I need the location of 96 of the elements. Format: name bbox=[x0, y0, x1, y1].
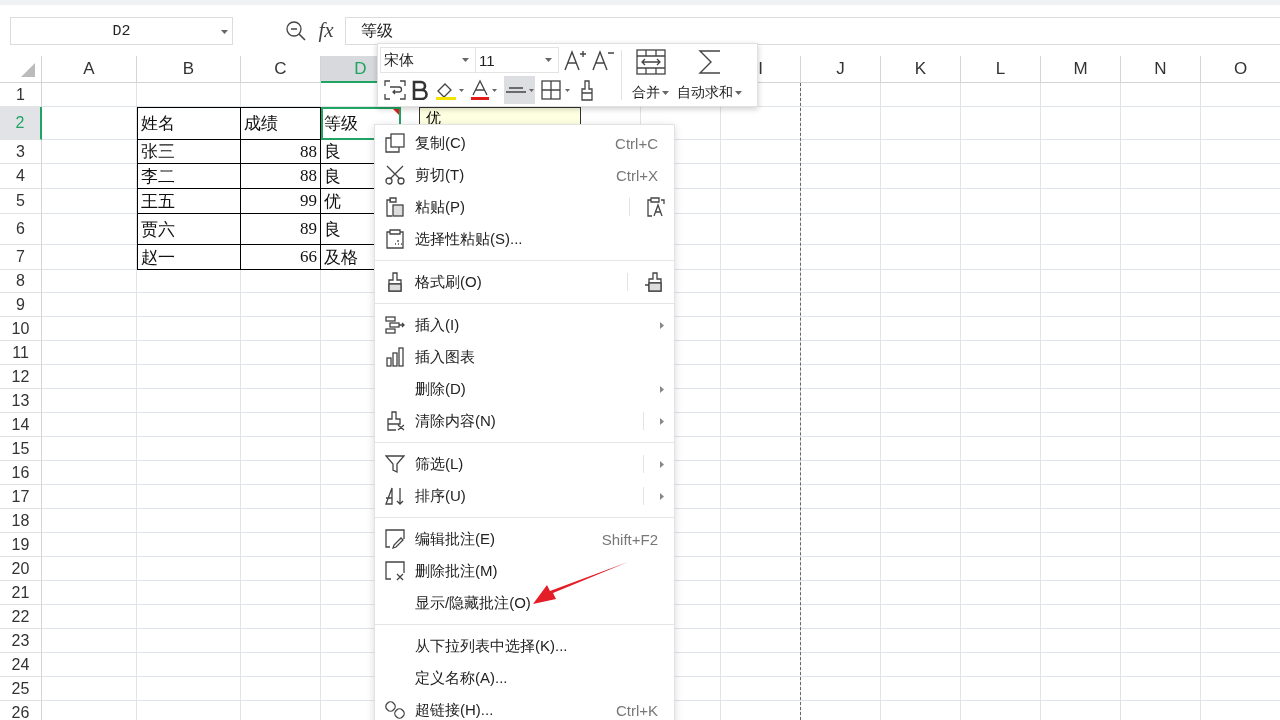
caret-icon bbox=[545, 58, 552, 62]
table-cell[interactable]: 张三 bbox=[137, 140, 241, 164]
bold-icon[interactable] bbox=[411, 80, 429, 100]
scissors-icon bbox=[385, 165, 405, 185]
menu-item[interactable]: 插入(I) bbox=[375, 309, 674, 341]
align-button[interactable] bbox=[504, 76, 535, 104]
borders-icon[interactable] bbox=[540, 79, 572, 101]
align-center-icon bbox=[505, 87, 534, 93]
table-cell[interactable]: 99 bbox=[241, 189, 321, 214]
font-select[interactable]: 宋体 bbox=[380, 47, 476, 73]
menu-item[interactable]: 编辑批注(E) Shift+F2 bbox=[375, 523, 674, 555]
row-header[interactable]: 4 bbox=[0, 164, 42, 189]
delete-comment-icon bbox=[385, 561, 405, 581]
merge-cells-icon bbox=[635, 49, 666, 75]
row-header[interactable]: 14 bbox=[0, 413, 42, 437]
row-header[interactable]: 20 bbox=[0, 557, 42, 581]
menu-item[interactable]: 从下拉列表中选择(K)... bbox=[375, 630, 674, 662]
column-header[interactable]: N bbox=[1121, 56, 1201, 83]
caret-icon bbox=[735, 91, 742, 95]
row-header[interactable]: 8 bbox=[0, 270, 42, 293]
table-cell[interactable]: 88 bbox=[241, 164, 321, 189]
caret-icon bbox=[221, 30, 228, 34]
function-button[interactable]: fx bbox=[315, 18, 337, 42]
clipboard-icon bbox=[385, 197, 405, 217]
row-header[interactable]: 22 bbox=[0, 605, 42, 629]
row-header[interactable]: 26 bbox=[0, 701, 42, 720]
zoom-icon[interactable] bbox=[285, 20, 307, 42]
row-header[interactable]: 7 bbox=[0, 245, 42, 270]
row-header[interactable]: 25 bbox=[0, 677, 42, 701]
increase-font-icon[interactable] bbox=[563, 49, 587, 71]
font-color-icon[interactable] bbox=[469, 79, 499, 101]
edit-comment-icon bbox=[385, 529, 405, 549]
shortcut-text: Ctrl+K bbox=[615, 701, 658, 719]
row-header[interactable]: 5 bbox=[0, 189, 42, 214]
table-cell[interactable]: 王五 bbox=[137, 189, 241, 214]
sort-icon bbox=[385, 486, 405, 506]
bar-chart-icon bbox=[385, 347, 405, 367]
column-header[interactable]: K bbox=[881, 56, 961, 83]
table-cell[interactable]: 成绩 bbox=[241, 107, 321, 140]
row-header[interactable]: 9 bbox=[0, 293, 42, 317]
column-header[interactable]: C bbox=[241, 56, 321, 83]
menu-item[interactable]: 定义名称(A)... bbox=[375, 662, 674, 694]
paste-text-icon bbox=[646, 197, 666, 217]
caret-icon bbox=[662, 91, 669, 95]
filter-icon bbox=[385, 454, 405, 474]
row-header[interactable]: 17 bbox=[0, 485, 42, 509]
row-header[interactable]: 12 bbox=[0, 365, 42, 389]
eraser-icon bbox=[385, 411, 405, 431]
row-header[interactable]: 18 bbox=[0, 509, 42, 533]
row-header[interactable]: 15 bbox=[0, 437, 42, 461]
caret-icon bbox=[462, 58, 469, 62]
table-cell[interactable]: 李二 bbox=[137, 164, 241, 189]
paste-special-icon bbox=[385, 229, 405, 249]
column-header[interactable]: A bbox=[42, 56, 137, 83]
format-painter-icon bbox=[385, 272, 405, 292]
decrease-font-icon[interactable] bbox=[591, 49, 615, 71]
toolbar-button[interactable]: 合并 bbox=[628, 44, 673, 106]
menu-item[interactable]: 删除批注(M) bbox=[375, 555, 674, 587]
row-header[interactable]: 24 bbox=[0, 653, 42, 677]
comment-indicator-icon bbox=[393, 109, 399, 115]
row-header[interactable]: 23 bbox=[0, 629, 42, 653]
row-header[interactable]: 13 bbox=[0, 389, 42, 413]
menu-item[interactable]: 删除(D) bbox=[375, 373, 674, 405]
table-cell[interactable]: 贾六 bbox=[137, 214, 241, 245]
table-cell[interactable]: 赵一 bbox=[137, 245, 241, 270]
wrap-text-icon[interactable] bbox=[384, 80, 406, 100]
shortcut-text: Ctrl+C bbox=[615, 134, 658, 152]
row-header[interactable]: 3 bbox=[0, 140, 42, 164]
column-header[interactable]: M bbox=[1041, 56, 1121, 83]
table-cell[interactable]: 66 bbox=[241, 245, 321, 270]
table-cell[interactable]: 89 bbox=[241, 214, 321, 245]
menu-item[interactable]: 排序(U) bbox=[375, 480, 674, 512]
menu-item[interactable]: 插入图表 bbox=[375, 341, 674, 373]
shortcut-text: Ctrl+X bbox=[615, 166, 658, 184]
menu-item[interactable]: 超链接(H)... Ctrl+K bbox=[375, 694, 674, 720]
column-header[interactable]: J bbox=[801, 56, 881, 83]
copy-icon bbox=[385, 133, 405, 153]
row-header[interactable]: 21 bbox=[0, 581, 42, 605]
row-header[interactable]: 16 bbox=[0, 461, 42, 485]
sum-icon bbox=[696, 49, 723, 75]
menu-item[interactable]: 显示/隐藏批注(O) bbox=[375, 587, 674, 619]
row-header[interactable]: 11 bbox=[0, 341, 42, 365]
link-icon bbox=[385, 700, 405, 720]
column-header[interactable]: L bbox=[961, 56, 1041, 83]
shortcut-text: Shift+F2 bbox=[601, 530, 658, 548]
font-size-select[interactable]: 11 bbox=[475, 47, 559, 73]
row-header[interactable]: 6 bbox=[0, 214, 42, 245]
row-header[interactable]: 10 bbox=[0, 317, 42, 341]
table-cell[interactable]: 姓名 bbox=[137, 107, 241, 140]
row-header[interactable]: 19 bbox=[0, 533, 42, 557]
name-box[interactable]: D2 bbox=[10, 17, 233, 45]
menu-item[interactable]: 清除内容(N) bbox=[375, 405, 674, 437]
insert-icon bbox=[385, 315, 405, 335]
table-cell[interactable]: 88 bbox=[241, 140, 321, 164]
menu-item[interactable]: 筛选(L) bbox=[375, 448, 674, 480]
column-header[interactable]: B bbox=[137, 56, 241, 83]
